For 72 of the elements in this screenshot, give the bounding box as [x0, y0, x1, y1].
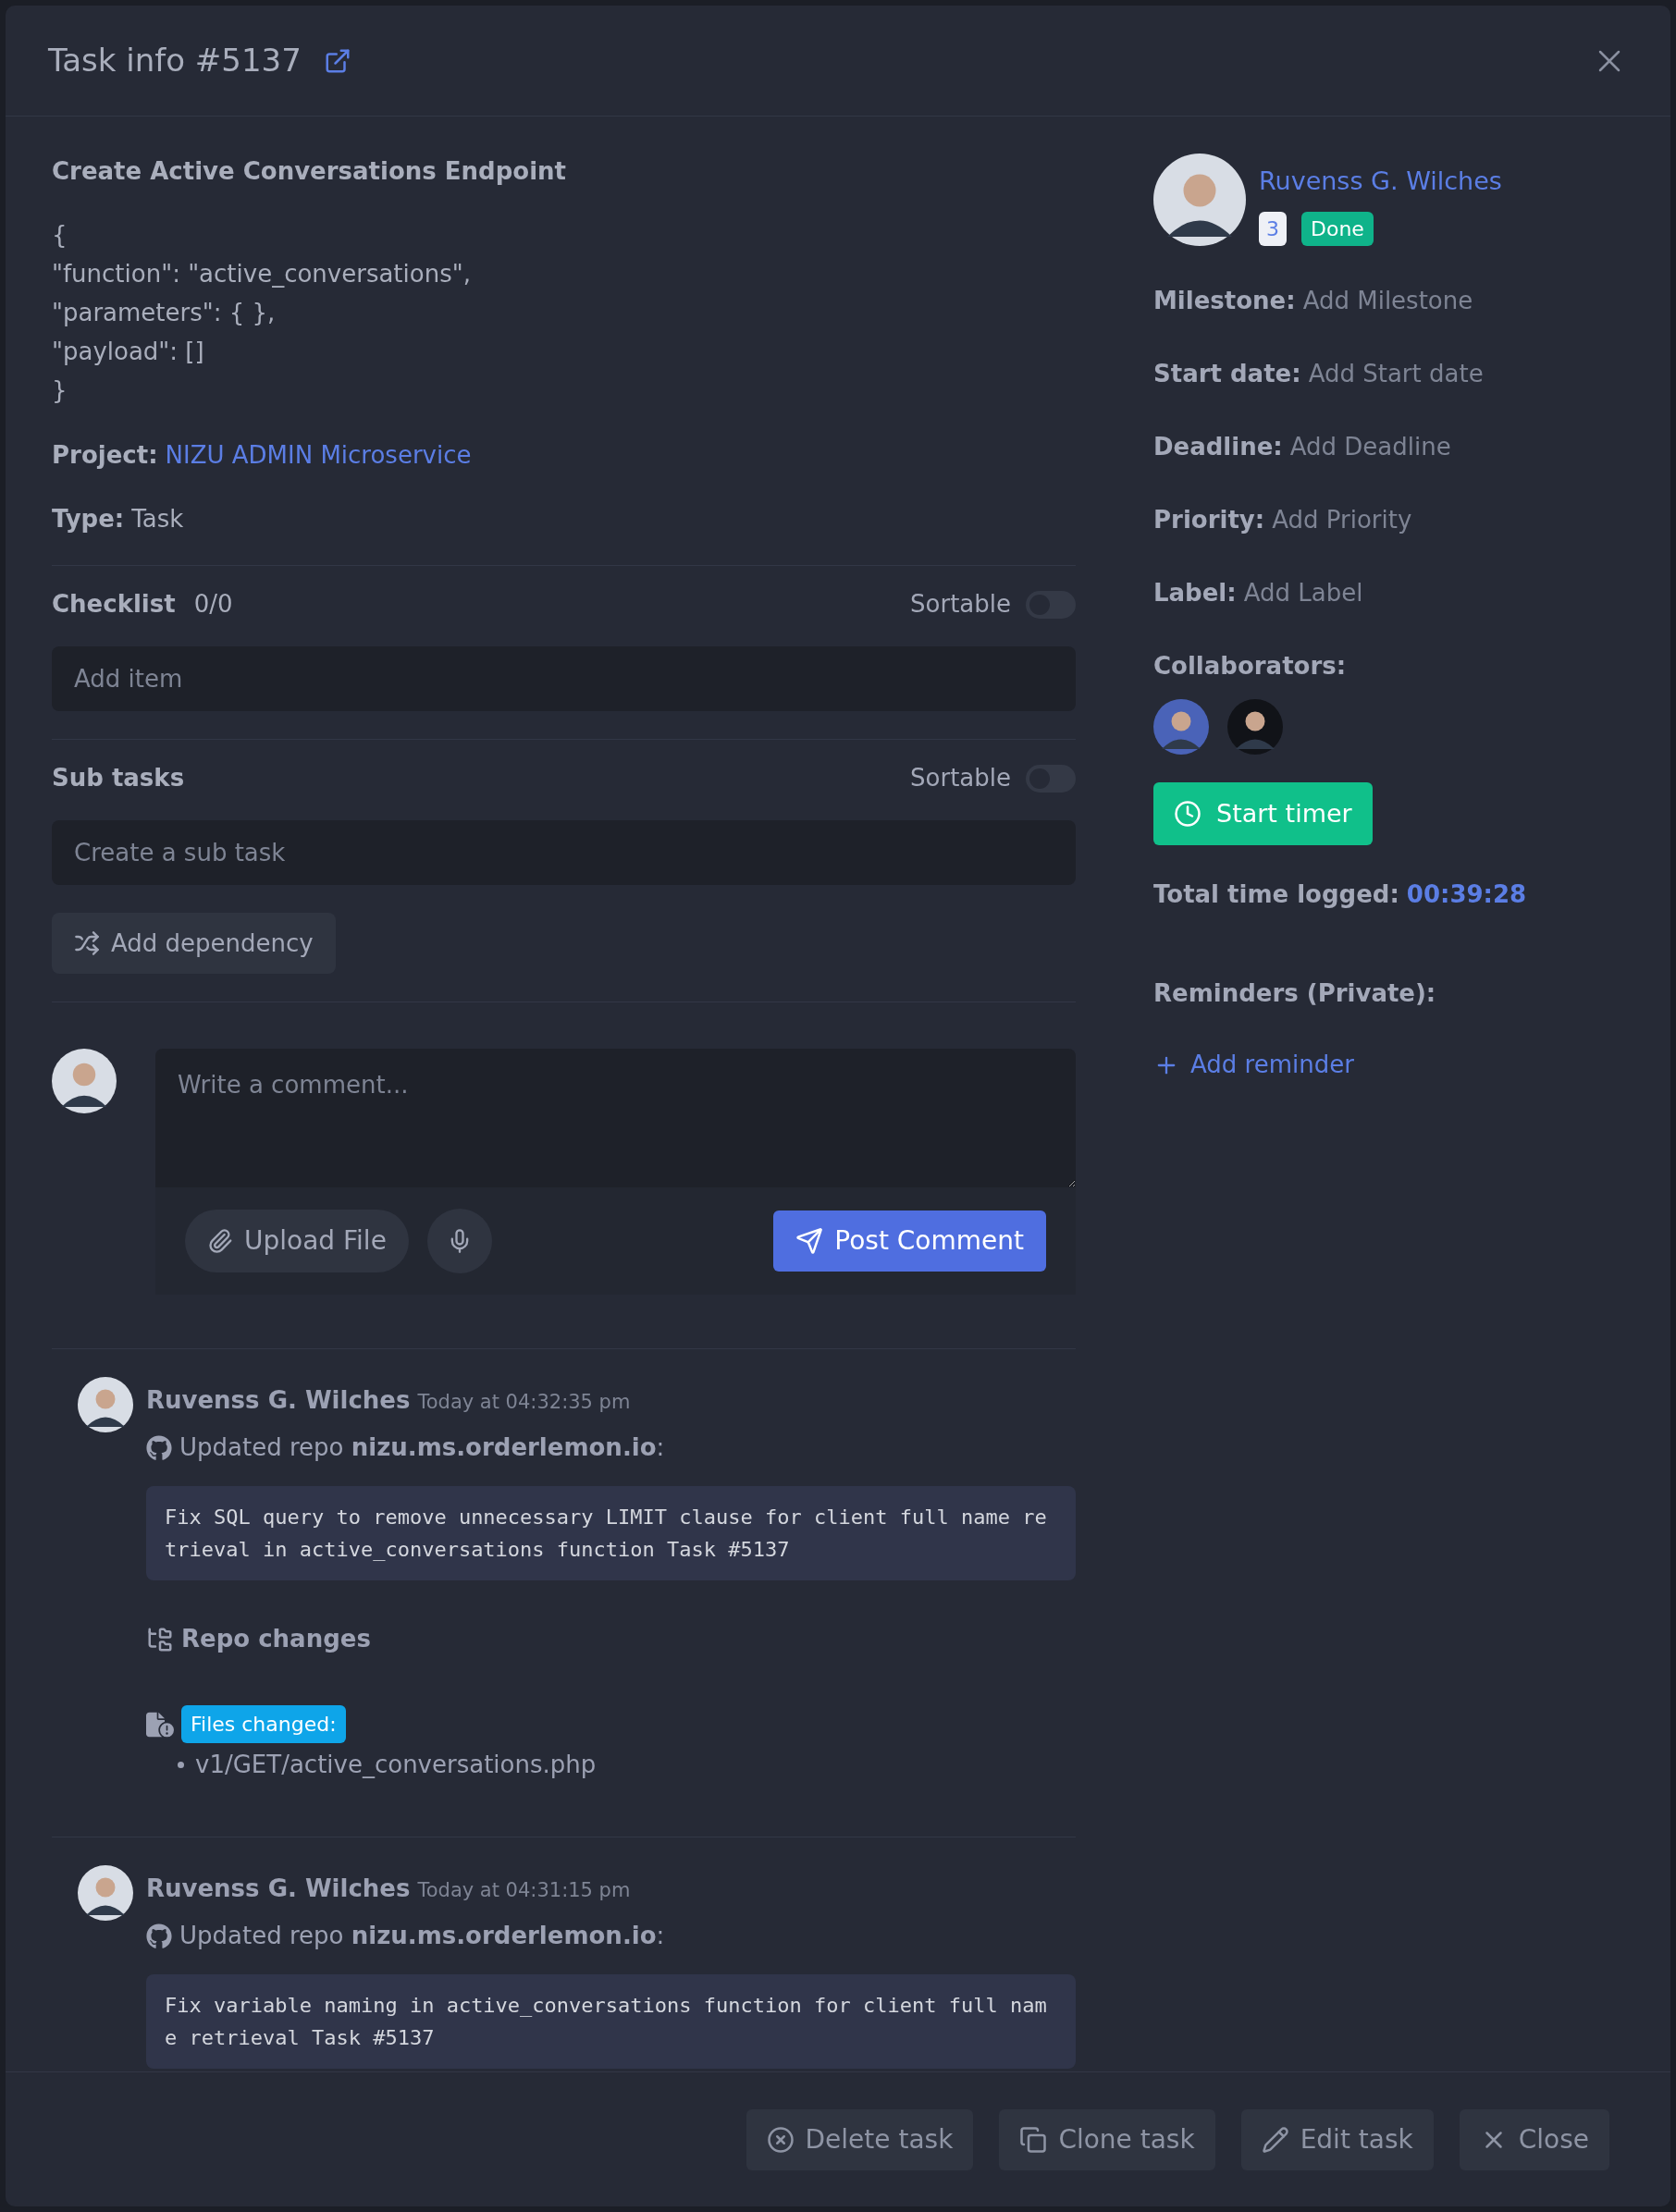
field-value[interactable]: Add Deadline	[1289, 429, 1451, 465]
avatar	[78, 1865, 133, 1921]
github-icon	[146, 1923, 172, 1949]
edit-icon	[1261, 2125, 1289, 2154]
collaborators-label: Collaborators:	[1153, 651, 1348, 682]
assignee-name[interactable]: Ruvenss G. Wilches	[1259, 163, 1502, 201]
description-line: "parameters": { },	[52, 298, 277, 328]
comment-time: Today at 04:31:15 pm	[417, 1878, 631, 1903]
field-value[interactable]: Add Start date	[1308, 356, 1484, 392]
activity-text: Updated repo nizu.ms.orderlemon.io:	[179, 1921, 665, 1951]
add-item-field[interactable]: Add item	[52, 646, 1076, 711]
reminders-label: Reminders (Private):	[1153, 978, 1437, 1009]
bullet-icon	[178, 1762, 184, 1768]
post-comment-button[interactable]: Post Comment	[773, 1210, 1046, 1272]
footer-button[interactable]: Clone task	[999, 2108, 1215, 2170]
comment-time: Today at 04:32:35 pm	[417, 1390, 631, 1415]
footer-button[interactable]: Close	[1459, 2108, 1609, 2170]
start-timer-button[interactable]: Start timer	[1153, 782, 1373, 845]
send-icon	[795, 1227, 824, 1255]
add-dependency-button[interactable]: Add dependency	[52, 913, 336, 974]
status-badge: Done	[1301, 211, 1374, 246]
field-label: Milestone:	[1153, 286, 1296, 316]
footer-button[interactable]: Delete task	[746, 2108, 974, 2170]
field-label: Start date:	[1153, 359, 1301, 389]
field-label: Project:	[52, 440, 158, 471]
avatar	[52, 1049, 117, 1113]
total-time-value: 00:39:28	[1406, 879, 1527, 910]
clone-icon	[1019, 2125, 1048, 2154]
add-reminder-link[interactable]: Add reminder	[1153, 1047, 1354, 1083]
avatar	[78, 1377, 133, 1432]
field-value[interactable]: Add Priority	[1272, 502, 1412, 538]
checklist-count: 0/0	[193, 589, 233, 620]
count-badge: 3	[1259, 211, 1287, 246]
changed-file: v1/GET/active_conversations.php	[195, 1750, 597, 1780]
avatar	[1153, 699, 1209, 755]
description-line: "payload": []	[52, 337, 205, 367]
shuffle-icon	[74, 930, 100, 956]
sortable-label: Sortable	[910, 763, 1011, 793]
modal-title: Task info #5137	[48, 41, 302, 80]
field-value[interactable]: Add Label	[1243, 575, 1363, 611]
subtasks-heading: Sub tasks	[52, 763, 185, 793]
file-alert-icon	[146, 1710, 174, 1739]
commit-message: Fix SQL query to remove unnecessary LIMIT clause for client full name retrieval in active_conversations function Task #5137	[146, 1486, 1076, 1580]
activity-text: Updated repo nizu.ms.orderlemon.io:	[179, 1432, 665, 1463]
field-label: Label:	[1153, 578, 1237, 608]
task-title: Create Active Conversations Endpoint	[52, 156, 568, 187]
comment-author: Ruvenss G. Wilches	[146, 1385, 411, 1416]
field-label: Priority:	[1153, 505, 1265, 535]
description-line: {	[52, 220, 68, 251]
field-value: Task	[131, 504, 184, 535]
description-line: }	[52, 375, 68, 406]
total-time-label: Total time logged:	[1153, 879, 1399, 910]
comment-author: Ruvenss G. Wilches	[146, 1874, 411, 1904]
avatar	[1227, 699, 1283, 755]
description-line: "function": "active_conversations",	[52, 259, 472, 289]
field-label: Type:	[52, 504, 125, 535]
checklist-heading: Checklist	[52, 589, 176, 620]
commit-message: Fix variable naming in active_conversations function for client full name retrieval Task #5137	[146, 1974, 1076, 2069]
upload-file-button[interactable]: Upload File	[185, 1210, 409, 1272]
field-value[interactable]: Add Milestone	[1302, 283, 1473, 319]
comment-field[interactable]: Write a comment...	[155, 1049, 1076, 1187]
delete-icon	[766, 2125, 795, 2154]
paperclip-icon	[207, 1228, 233, 1254]
project-link[interactable]: NIZU ADMIN Microservice	[165, 437, 472, 473]
repo-changes-heading: Repo changes	[181, 1624, 371, 1654]
github-icon	[146, 1434, 172, 1461]
sortable-label: Sortable	[910, 589, 1011, 620]
field-label: Deadline:	[1153, 432, 1283, 462]
files-changed-badge: Files changed:	[181, 1705, 346, 1743]
clock-icon	[1174, 800, 1202, 828]
footer-button[interactable]: Edit task	[1240, 2108, 1434, 2170]
sub-task-field[interactable]: Create a sub task	[52, 820, 1076, 885]
